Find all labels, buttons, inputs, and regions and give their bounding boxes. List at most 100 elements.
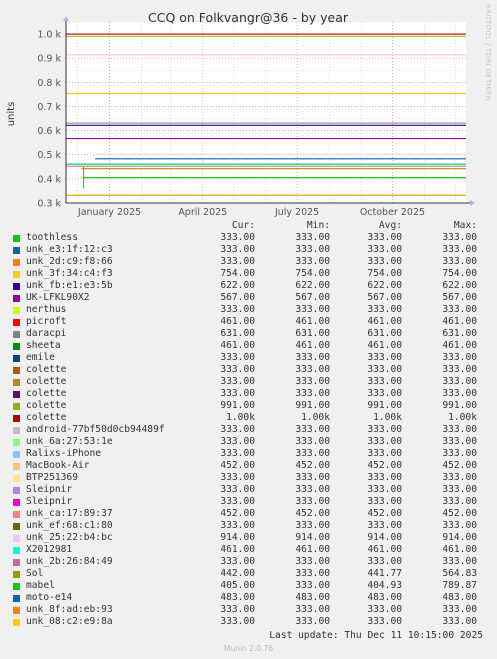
legend-table: Cur: Min: Avg: Max: toothless 333.00 333.0… xyxy=(10,220,485,628)
legend-series-name: unk_2d:c9:f8:66 xyxy=(26,256,113,267)
legend-series-name: picroft xyxy=(26,316,67,327)
legend-cur-value: 333.00 xyxy=(220,604,255,615)
legend-cur-value: 333.00 xyxy=(220,616,255,627)
legend-cur-value: 333.00 xyxy=(220,232,255,243)
x-tick-label: October 2025 xyxy=(360,207,425,218)
legend-series-name: daracpi xyxy=(26,328,67,339)
legend-swatch xyxy=(13,355,20,362)
legend-min-value: 1.00k xyxy=(301,412,330,423)
legend-row: android-77bf50d0cb94489f 333.00 333.00 333.… xyxy=(10,424,485,436)
legend-cur-value: 991.00 xyxy=(220,400,255,411)
legend-swatch xyxy=(13,283,20,290)
legend-min-value: 333.00 xyxy=(295,484,330,495)
legend-min-value: 631.00 xyxy=(295,328,330,339)
legend-row: toothless 333.00 333.00 333.00 333.00 xyxy=(10,232,485,244)
legend-min-value: 333.00 xyxy=(295,448,330,459)
legend-swatch xyxy=(13,319,20,326)
legend-cur-value: 405.00 xyxy=(220,580,255,591)
legend-min-value: 333.00 xyxy=(295,616,330,627)
legend-min-value: 567.00 xyxy=(295,292,330,303)
legend-max-value: 333.00 xyxy=(442,256,477,267)
y-tick-label: 0.4 k xyxy=(37,174,61,185)
legend-row: unk_fb:e1:e3:5b 622.00 622.00 622.00 622.00 xyxy=(10,280,485,292)
legend-cur-value: 442.00 xyxy=(220,568,255,579)
legend-series-name: unk_fb:e1:e3:5b xyxy=(26,280,113,291)
legend-max-value: 333.00 xyxy=(442,496,477,507)
legend-row: Ralixs-iPhone 333.00 333.00 333.00 333.00 xyxy=(10,448,485,460)
legend-series-name: nerthus xyxy=(26,304,67,315)
legend-max-value: 333.00 xyxy=(442,436,477,447)
legend-min-value: 333.00 xyxy=(295,256,330,267)
munin-graph: RRDTOOL / TOBI OETIKER January 2025 April… xyxy=(0,0,497,659)
y-tick-label: 0.6 k xyxy=(37,126,61,137)
legend-avg-value: 333.00 xyxy=(367,448,402,459)
legend-swatch xyxy=(13,403,20,410)
legend-swatch xyxy=(13,271,20,278)
legend-swatch xyxy=(13,307,20,314)
legend-min-value: 333.00 xyxy=(295,388,330,399)
legend-max-value: 333.00 xyxy=(442,472,477,483)
legend-cur-value: 333.00 xyxy=(220,484,255,495)
legend-series-name: moto-e14 xyxy=(26,592,73,603)
legend-series-name: unk_ef:68:c1:80 xyxy=(26,520,113,531)
legend-avg-value: 452.00 xyxy=(367,508,402,519)
legend-series-name: X2012981 xyxy=(26,544,73,555)
generator-label: Munin 2.0.76 xyxy=(223,644,274,653)
legend-row: unk_08:c2:e9:8a 333.00 333.00 333.00 333.00 xyxy=(10,616,485,628)
legend-max-value: 567.00 xyxy=(442,292,477,303)
x-tick-label: January 2025 xyxy=(77,207,141,218)
legend-cur-value: 333.00 xyxy=(220,448,255,459)
legend-max-value: 461.00 xyxy=(442,544,477,555)
legend-avg-value: 333.00 xyxy=(367,232,402,243)
legend-avg-value: 461.00 xyxy=(367,316,402,327)
legend-swatch xyxy=(13,451,20,458)
legend-cur-value: 461.00 xyxy=(220,340,255,351)
legend-avg-value: 333.00 xyxy=(367,496,402,507)
legend-series-name: BTP251369 xyxy=(26,472,78,483)
legend-min-value: 333.00 xyxy=(295,352,330,363)
legend-header-avg: Avg: xyxy=(378,220,402,231)
legend-avg-value: 333.00 xyxy=(367,604,402,615)
legend-min-value: 483.00 xyxy=(295,592,330,603)
legend-header: Cur: Min: Avg: Max: xyxy=(10,220,485,232)
legend-cur-value: 452.00 xyxy=(220,508,255,519)
legend-max-value: 564.83 xyxy=(442,568,477,579)
legend-min-value: 754.00 xyxy=(295,268,330,279)
legend-series-name: unk_25:22:b4:bc xyxy=(26,532,113,543)
legend-avg-value: 622.00 xyxy=(367,280,402,291)
legend-cur-value: 333.00 xyxy=(220,436,255,447)
legend-swatch xyxy=(13,523,20,530)
legend-series-name: sheeta xyxy=(26,340,61,351)
legend-series-name: colette xyxy=(26,412,67,423)
legend-avg-value: 567.00 xyxy=(367,292,402,303)
legend-min-value: 333.00 xyxy=(295,244,330,255)
legend-cur-value: 333.00 xyxy=(220,556,255,567)
legend-row: unk_ca:17:89:37 452.00 452.00 452.00 452.00 xyxy=(10,508,485,520)
legend-avg-value: 991.00 xyxy=(367,400,402,411)
legend-min-value: 333.00 xyxy=(295,568,330,579)
legend-avg-value: 333.00 xyxy=(367,352,402,363)
legend-series-name: emile xyxy=(26,352,55,363)
legend-header-min: Min: xyxy=(306,220,330,231)
legend-cur-value: 333.00 xyxy=(220,364,255,375)
legend-max-value: 914.00 xyxy=(442,532,477,543)
legend-row: Sleipnir 333.00 333.00 333.00 333.00 xyxy=(10,484,485,496)
legend-row: MacBook-Air 452.00 452.00 452.00 452.00 xyxy=(10,460,485,472)
legend-row: colette 1.00k 1.00k 1.00k 1.00k xyxy=(10,412,485,424)
legend-avg-value: 333.00 xyxy=(367,244,402,255)
legend-swatch xyxy=(13,343,20,350)
legend-max-value: 991.00 xyxy=(442,400,477,411)
legend-swatch xyxy=(13,499,20,506)
legend-min-value: 333.00 xyxy=(295,424,330,435)
legend-cur-value: 914.00 xyxy=(220,532,255,543)
legend-cur-value: 333.00 xyxy=(220,472,255,483)
legend-avg-value: 333.00 xyxy=(367,436,402,447)
legend-swatch xyxy=(13,595,20,602)
legend-min-value: 333.00 xyxy=(295,376,330,387)
legend-row: UK-LFKL90X2 567.00 567.00 567.00 567.00 xyxy=(10,292,485,304)
legend-row: picroft 461.00 461.00 461.00 461.00 xyxy=(10,316,485,328)
legend-swatch xyxy=(13,235,20,242)
legend-avg-value: 333.00 xyxy=(367,304,402,315)
legend-swatch xyxy=(13,415,20,422)
y-tick-label: 0.5 k xyxy=(37,150,61,161)
